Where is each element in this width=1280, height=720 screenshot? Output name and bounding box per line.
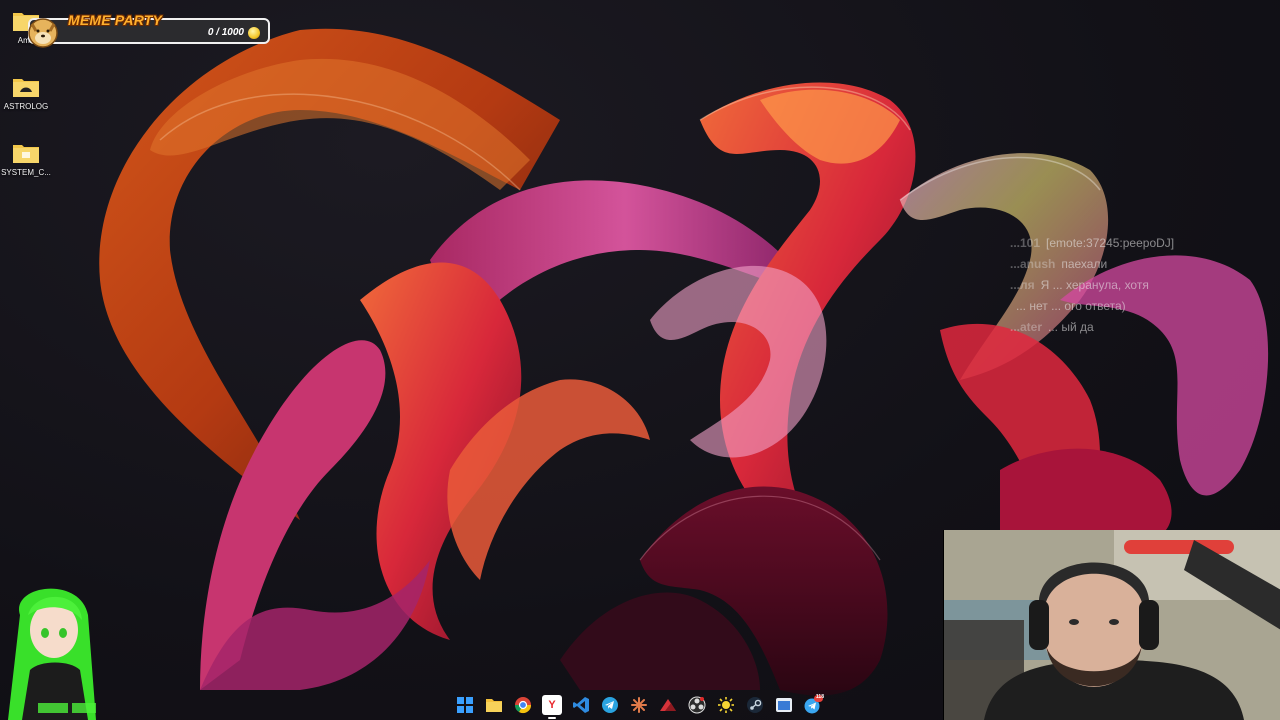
app-red-icon[interactable] [658, 695, 678, 715]
webcam-feed [943, 530, 1280, 720]
chat-text: [emote:37245:peepoDJ] [1046, 236, 1175, 250]
chat-text: паехали [1061, 257, 1108, 271]
chat-message: ...101 [emote:37245:peepoDJ] [1010, 233, 1280, 254]
notification-badge: 118 [815, 694, 824, 700]
doge-icon [26, 16, 60, 48]
chat-username: ...ater [1010, 320, 1043, 334]
chat-message: ... нет ... ого ответа) [1010, 296, 1280, 317]
vscode-icon[interactable] [571, 695, 591, 715]
folder-icon [12, 142, 40, 164]
chat-message: ...ля Я ... херанула, хотя [1010, 275, 1280, 296]
windows-start-icon[interactable] [455, 695, 475, 715]
taskbar: Y 118 [100, 690, 943, 720]
desktop-icon-label: SYSTEM_C... [1, 168, 51, 177]
meme-party-widget: MEME PARTY 0 / 1000 [20, 12, 272, 48]
telegram-badge-icon[interactable]: 118 [803, 694, 824, 715]
vtuber-avatar [0, 575, 104, 720]
file-explorer-icon[interactable] [484, 695, 504, 715]
chat-username: ...ля [1010, 278, 1035, 292]
sun-app-icon[interactable] [716, 695, 736, 715]
yandex-browser-icon[interactable]: Y [542, 695, 562, 719]
chat-username: ...anush [1010, 257, 1056, 271]
coin-icon [248, 27, 260, 39]
desktop-icon-system[interactable]: SYSTEM_C... [0, 142, 52, 178]
steam-icon[interactable] [745, 695, 765, 715]
chat-text: ... ый да [1048, 320, 1094, 334]
meme-party-score: 0 / 1000 [207, 27, 244, 38]
chat-overlay: ...101 [emote:37245:peepoDJ] ...anush паех… [1010, 233, 1280, 343]
desktop-icon-astrolog[interactable]: ASTROLOG [0, 76, 52, 112]
window-app-icon[interactable] [774, 695, 794, 715]
taskbar-pinned-apps: Y 118 [455, 694, 824, 719]
telegram-icon[interactable] [600, 695, 620, 715]
chat-text: Я ... херанула, хотя [1040, 278, 1149, 292]
desktop: Amn ASTROLOG SYSTEM_C... MEME PARTY 0 / … [0, 0, 1280, 720]
chat-message: ...anush паехали [1010, 254, 1280, 275]
obs-icon[interactable] [687, 695, 707, 715]
chrome-icon[interactable] [513, 695, 533, 715]
desktop-icon-label: ASTROLOG [3, 102, 49, 111]
chat-text: ... нет ... ого ответа) [1016, 299, 1126, 313]
folder-icon [12, 76, 40, 98]
meme-party-title: MEME PARTY [68, 12, 163, 28]
claude-icon[interactable] [629, 695, 649, 715]
chat-username: ...101 [1010, 236, 1041, 250]
chat-message: ...ater ... ый да [1010, 317, 1280, 338]
